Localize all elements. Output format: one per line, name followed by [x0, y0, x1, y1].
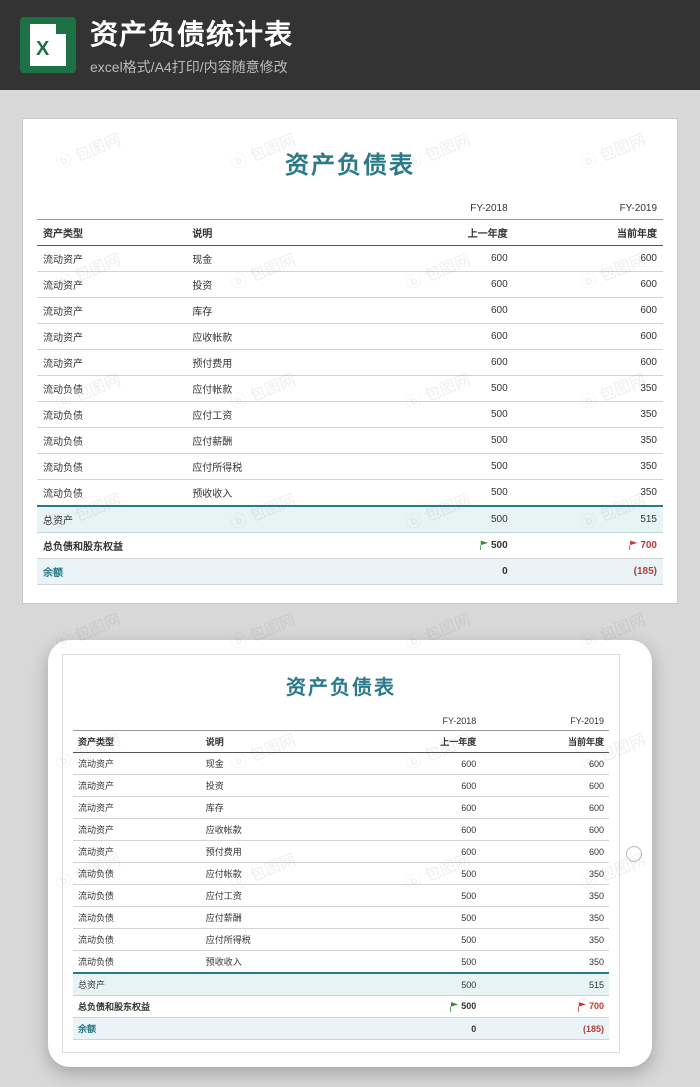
balance-label: 余额: [37, 559, 364, 585]
table-row: 流动负债预收收入500350: [37, 480, 663, 507]
col-prev: 上一年度: [364, 220, 513, 246]
page-header: X 资产负债统计表 excel格式/A4打印/内容随意修改: [0, 0, 700, 90]
col-type: 资产类型: [37, 220, 186, 246]
table-row: 流动资产预付费用600600: [37, 350, 663, 376]
table-row: 流动负债应付帐款500350: [73, 863, 609, 885]
excel-icon: X: [20, 17, 76, 73]
table-row: 流动资产现金600600: [73, 753, 609, 775]
fy-curr-label: FY-2019: [514, 198, 663, 220]
equity-curr: 700: [514, 533, 663, 559]
page-title: 资产负债统计表: [90, 13, 293, 53]
table-row: 流动资产应收帐款600600: [37, 324, 663, 350]
table-row: 流动资产预付费用600600: [73, 841, 609, 863]
totals-label: 总资产: [37, 506, 364, 533]
col-curr: 当前年度: [514, 220, 663, 246]
equity-label: 总负债和股东权益: [37, 533, 364, 559]
totals-curr: 515: [514, 506, 663, 533]
fy-prev-label: FY-2018: [364, 198, 513, 220]
table-row: 流动负债应付工资500350: [37, 402, 663, 428]
totals-prev: 500: [364, 506, 513, 533]
table-row: 流动负债预收收入500350: [73, 951, 609, 974]
balance-table: FY-2018 FY-2019 资产类型 说明 上一年度 当前年度 流动资产现金…: [37, 198, 663, 585]
table-row: 流动资产应收帐款600600: [73, 819, 609, 841]
table-row: 流动负债应付所得税500350: [37, 454, 663, 480]
table-row: 流动资产投资600600: [37, 272, 663, 298]
balance-prev: 0: [364, 559, 513, 585]
spreadsheet-card: 资产负债表 FY-2018 FY-2019 资产类型 说明 上一年度 当前年度 …: [22, 118, 678, 604]
home-button-icon: [626, 846, 642, 862]
sheet-title: 资产负债表: [37, 135, 663, 198]
table-row: 流动资产库存600600: [73, 797, 609, 819]
page-subtitle: excel格式/A4打印/内容随意修改: [90, 57, 293, 77]
table-row: 流动负债应付所得税500350: [73, 929, 609, 951]
balance-curr: (185): [514, 559, 663, 585]
equity-prev: 500: [364, 533, 513, 559]
tablet-mockup: 资产负债表 FY-2018 FY-2019 资产类型 说明 上一年度 当前年度 …: [48, 640, 652, 1067]
sheet-title-tablet: 资产负债表: [73, 665, 609, 712]
table-row: 流动资产投资600600: [73, 775, 609, 797]
table-row: 流动资产库存600600: [37, 298, 663, 324]
table-row: 流动负债应付帐款500350: [37, 376, 663, 402]
table-row: 流动负债应付工资500350: [73, 885, 609, 907]
table-row: 流动资产现金600600: [37, 246, 663, 272]
table-row: 流动负债应付薪酬500350: [73, 907, 609, 929]
balance-table-tablet: FY-2018 FY-2019 资产类型 说明 上一年度 当前年度 流动资产现金…: [73, 712, 609, 1040]
col-desc: 说明: [186, 220, 364, 246]
table-row: 流动负债应付薪酬500350: [37, 428, 663, 454]
